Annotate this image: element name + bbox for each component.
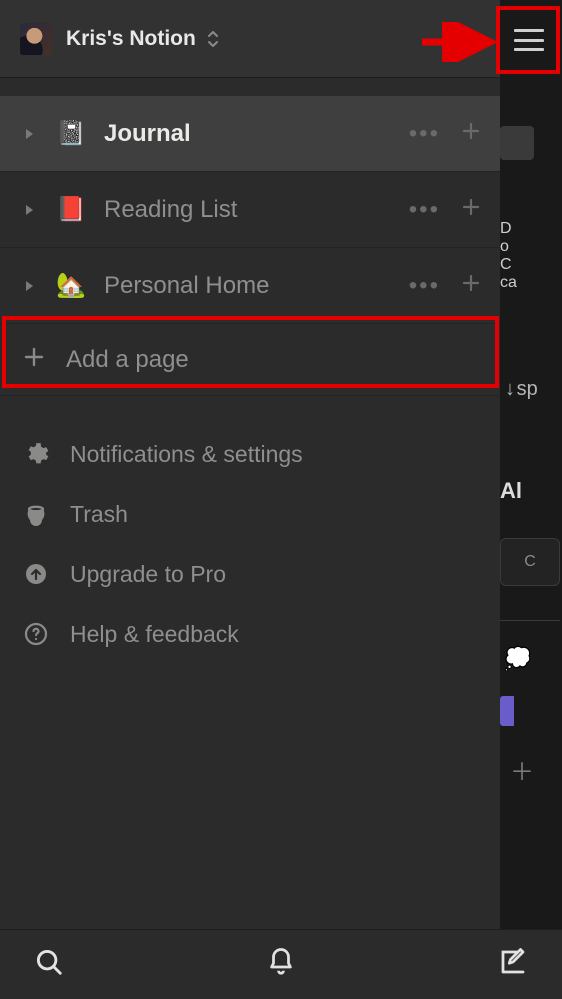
expand-caret-icon[interactable] [18,123,40,145]
trash-icon [22,502,50,526]
page-label: Journal [104,120,405,148]
page-label: Reading List [104,196,405,224]
upgrade-button[interactable]: Upgrade to Pro [0,544,500,604]
add-page-label: Add a page [66,346,189,374]
section-heading-peek: Al [500,478,522,504]
gear-icon [22,441,50,467]
util-label: Trash [70,501,128,528]
thought-bubble-icon: 💭 [504,646,531,672]
sidebar-item-journal[interactable]: 📓 Journal ••• [0,96,500,172]
workspace-name: Kris's Notion [66,27,196,51]
main-content-peek: D o C ca ↓ sp Al C 💭 ＋ [500,0,562,999]
avatar [20,23,52,55]
compose-tab[interactable] [498,947,528,982]
page-icon: 🏡 [56,271,86,300]
bottom-tab-bar [0,929,562,999]
page-actions-icon[interactable]: ••• [409,120,440,148]
page-actions-icon[interactable]: ••• [409,272,440,300]
util-label: Help & feedback [70,621,239,648]
help-button[interactable]: Help & feedback [0,604,500,664]
expand-caret-icon[interactable] [18,199,40,221]
hamburger-icon [514,29,544,51]
page-icon: 📕 [56,195,86,224]
sidebar: Kris's Notion 📓 Journal ••• 📕 Reading Li… [0,0,500,999]
workspace-header[interactable]: Kris's Notion [0,0,500,78]
plus-icon [22,345,46,374]
menu-button[interactable] [500,6,558,74]
down-arrow-icon: ↓ sp [505,378,538,401]
page-actions-icon[interactable]: ••• [409,196,440,224]
add-subpage-icon[interactable] [460,272,482,299]
add-page-button[interactable]: Add a page [0,324,500,396]
util-label: Upgrade to Pro [70,561,226,588]
workspace-switcher-icon[interactable] [206,30,220,48]
upgrade-icon [22,562,50,586]
page-emoji-peek [500,126,534,160]
page-label: Personal Home [104,272,405,300]
notifications-tab[interactable] [266,947,296,982]
util-label: Notifications & settings [70,441,303,468]
expand-caret-icon[interactable] [18,275,40,297]
add-subpage-icon[interactable] [460,120,482,147]
trash-button[interactable]: Trash [0,484,500,544]
utilities: Notifications & settings Trash Upgrade t… [0,396,500,664]
search-tab[interactable] [34,947,64,982]
sidebar-item-reading-list[interactable]: 📕 Reading List ••• [0,172,500,248]
page-list: 📓 Journal ••• 📕 Reading List ••• 🏡 Perso… [0,78,500,396]
search-box-peek[interactable]: C [500,538,560,586]
page-icon: 📓 [56,119,86,148]
help-icon [22,622,50,646]
add-row-icon[interactable]: ＋ [510,752,534,787]
divider [500,620,560,621]
page-body-peek: D o C ca [500,220,517,292]
tag-purple-peek [500,696,514,726]
add-subpage-icon[interactable] [460,196,482,223]
notifications-settings-button[interactable]: Notifications & settings [0,424,500,484]
sidebar-item-personal-home[interactable]: 🏡 Personal Home ••• [0,248,500,324]
